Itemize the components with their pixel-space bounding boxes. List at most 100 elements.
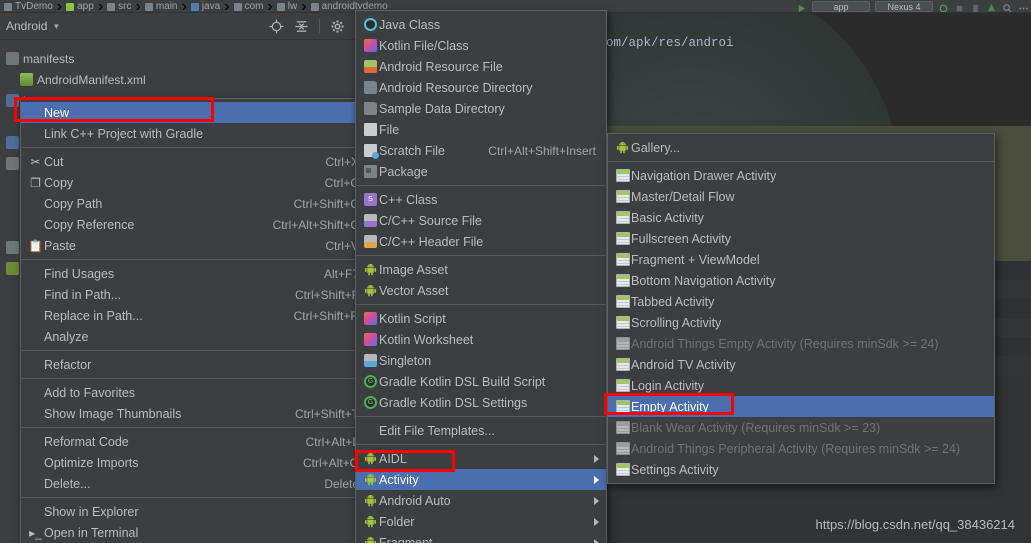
- activity-menu-item: Android Things Empty Activity (Requires …: [608, 333, 994, 354]
- activity-menu-item[interactable]: Tabbed Activity: [608, 291, 994, 312]
- run-icon[interactable]: [796, 1, 807, 12]
- context-menu-item[interactable]: ❐ Copy Ctrl+C: [21, 172, 369, 193]
- new-menu-item[interactable]: Kotlin Worksheet: [356, 329, 606, 350]
- activity-menu-item[interactable]: Fragment + ViewModel: [608, 249, 994, 270]
- new-menu-item[interactable]: G Gradle Kotlin DSL Settings: [356, 392, 606, 413]
- sdk-manager-icon[interactable]: [986, 1, 997, 12]
- activity-menu-item[interactable]: Bottom Navigation Activity: [608, 270, 994, 291]
- device-selector[interactable]: Nexus 4: [875, 1, 933, 12]
- activity-menu-item[interactable]: Settings Activity: [608, 459, 994, 480]
- breadcrumb-item[interactable]: app: [66, 1, 94, 12]
- avd-manager-icon[interactable]: [970, 1, 981, 12]
- breadcrumb-item[interactable]: java: [190, 1, 220, 12]
- new-menu-item[interactable]: Android Resource File: [356, 56, 606, 77]
- new-menu-item[interactable]: File: [356, 119, 606, 140]
- breadcrumb-item[interactable]: src: [107, 1, 131, 12]
- activity-menu-item[interactable]: Gallery...: [608, 137, 994, 158]
- activity-menu-item[interactable]: Android TV Activity: [608, 354, 994, 375]
- menu-item-icon-slot: 📋: [27, 240, 44, 252]
- terminal-icon: ▸_: [29, 525, 42, 540]
- new-menu-item[interactable]: Scratch File Ctrl+Alt+Shift+Insert: [356, 140, 606, 161]
- new-menu-item[interactable]: Fragment: [356, 532, 606, 543]
- template-icon: [615, 316, 630, 329]
- context-menu-item[interactable]: Refactor: [21, 354, 369, 375]
- new-menu-item[interactable]: Image Asset: [356, 259, 606, 280]
- context-menu-item[interactable]: Reformat Code Ctrl+Alt+L: [21, 431, 369, 452]
- menu-item-icon-slot: [614, 463, 631, 476]
- project-tree-row[interactable]: AndroidManifest.xml: [2, 69, 359, 90]
- context-menu-item[interactable]: Show in Explorer: [21, 501, 369, 522]
- new-menu-item[interactable]: C/C++ Source File: [356, 210, 606, 231]
- collapse-all-icon[interactable]: [294, 19, 309, 34]
- run-configuration-selector[interactable]: app: [812, 1, 870, 12]
- new-menu-item[interactable]: Folder: [356, 511, 606, 532]
- breadcrumb-label: main: [155, 1, 178, 12]
- c-header-icon: [364, 235, 377, 248]
- context-menu-item[interactable]: 📋 Paste Ctrl+V: [21, 235, 369, 256]
- context-menu-item[interactable]: Analyze: [21, 326, 369, 347]
- android-icon: [616, 141, 629, 154]
- new-menu-item[interactable]: Java Class: [356, 14, 606, 35]
- new-menu-item[interactable]: Android Resource Directory: [356, 77, 606, 98]
- new-menu-item[interactable]: Singleton: [356, 350, 606, 371]
- activity-menu-item[interactable]: Login Activity: [608, 375, 994, 396]
- stop-icon[interactable]: [954, 1, 965, 12]
- new-menu-item[interactable]: Activity: [356, 469, 606, 490]
- menu-item-label: Login Activity: [631, 378, 704, 393]
- new-menu-item[interactable]: AIDL: [356, 448, 606, 469]
- new-menu-item[interactable]: S C++ Class: [356, 189, 606, 210]
- new-menu-item[interactable]: Vector Asset: [356, 280, 606, 301]
- context-menu-item[interactable]: Find Usages Alt+F7: [21, 263, 369, 284]
- gradle-icon: [6, 262, 19, 275]
- watermark-text: https://blog.csdn.net/qq_38436214: [815, 517, 1016, 532]
- activity-menu-item[interactable]: Scrolling Activity: [608, 312, 994, 333]
- new-menu-item[interactable]: Android Auto: [356, 490, 606, 511]
- new-submenu[interactable]: Java Class Kotlin File/Class Android Resou…: [355, 10, 607, 543]
- activity-menu-item[interactable]: Navigation Drawer Activity: [608, 165, 994, 186]
- menu-item-icon-slot: [614, 190, 631, 203]
- activity-submenu[interactable]: Gallery... Navigation Drawer Activity Mast…: [607, 133, 995, 484]
- context-menu-item[interactable]: Copy Reference Ctrl+Alt+Shift+C: [21, 214, 369, 235]
- new-menu-item[interactable]: Kotlin Script: [356, 308, 606, 329]
- context-menu-item[interactable]: Add to Favorites: [21, 382, 369, 403]
- new-menu-item[interactable]: G Gradle Kotlin DSL Build Script: [356, 371, 606, 392]
- gear-icon[interactable]: [330, 19, 345, 34]
- new-menu-item[interactable]: Kotlin File/Class: [356, 35, 606, 56]
- context-menu-item[interactable]: Copy Path Ctrl+Shift+C: [21, 193, 369, 214]
- new-menu-item[interactable]: C/C++ Header File: [356, 231, 606, 252]
- menu-item-icon-slot: ✂: [27, 156, 44, 168]
- context-menu-item[interactable]: Show Image Thumbnails Ctrl+Shift+T: [21, 403, 369, 424]
- chevron-down-icon[interactable]: ▼: [52, 22, 60, 31]
- menu-item-label: Reformat Code: [44, 434, 129, 449]
- context-menu-item[interactable]: Delete... Delete: [21, 473, 369, 494]
- breadcrumb-item[interactable]: com: [233, 1, 263, 12]
- activity-menu-item[interactable]: Fullscreen Activity: [608, 228, 994, 249]
- template-icon: [615, 274, 630, 287]
- new-menu-item[interactable]: Sample Data Directory: [356, 98, 606, 119]
- context-menu-item[interactable]: Optimize Imports Ctrl+Alt+O: [21, 452, 369, 473]
- new-menu-item[interactable]: Package: [356, 161, 606, 182]
- context-menu-item[interactable]: Find in Path... Ctrl+Shift+F: [21, 284, 369, 305]
- context-menu-item[interactable]: ✂ Cut Ctrl+X: [21, 151, 369, 172]
- breadcrumb-item[interactable]: main: [144, 1, 178, 12]
- activity-menu-item[interactable]: Master/Detail Flow: [608, 186, 994, 207]
- activity-menu-item[interactable]: Empty Activity: [608, 396, 994, 417]
- menu-item-label: Image Asset: [379, 262, 448, 277]
- breadcrumb-label: TvDemo: [15, 1, 53, 12]
- menu-item-label: Package: [379, 164, 428, 179]
- menu-separator: [356, 255, 606, 256]
- breadcrumb-item[interactable]: TvDemo: [4, 1, 53, 12]
- context-menu[interactable]: New Link C++ Project with Gradle ✂ Cut Ctrl+…: [20, 98, 370, 543]
- context-menu-item[interactable]: Link C++ Project with Gradle: [21, 123, 369, 144]
- locate-icon[interactable]: [269, 18, 284, 34]
- search-icon[interactable]: [1002, 1, 1013, 12]
- project-tree-row[interactable]: manifests: [2, 48, 359, 69]
- context-menu-item[interactable]: Replace in Path... Ctrl+Shift+R: [21, 305, 369, 326]
- debug-icon[interactable]: [938, 1, 949, 12]
- more-icon[interactable]: [1018, 1, 1029, 12]
- new-menu-item[interactable]: Edit File Templates...: [356, 420, 606, 441]
- breadcrumb-item[interactable]: lw: [276, 1, 297, 12]
- context-menu-item[interactable]: ▸_ Open in Terminal: [21, 522, 369, 543]
- context-menu-item[interactable]: New: [21, 102, 369, 123]
- activity-menu-item[interactable]: Basic Activity: [608, 207, 994, 228]
